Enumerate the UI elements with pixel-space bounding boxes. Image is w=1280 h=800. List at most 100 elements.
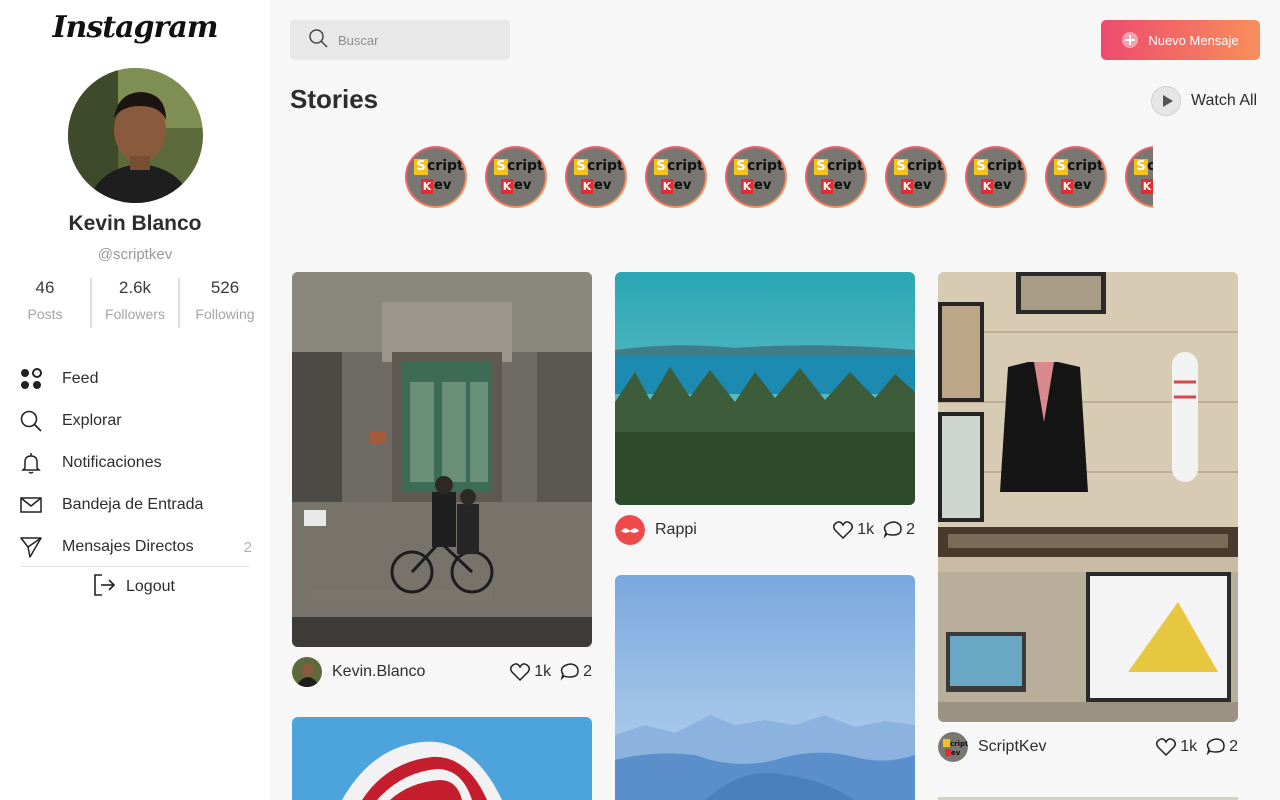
logo-letter: K [981,179,993,194]
logo-text: cript [987,158,1024,174]
stat-following-value: 526 [210,278,240,297]
story-avatar[interactable]: ScriptKev [1125,146,1153,208]
post-image[interactable] [292,717,592,800]
post-user-avatar[interactable] [615,515,645,545]
stat-posts[interactable]: 46 Posts [0,278,90,322]
story-avatar[interactable]: ScriptKev [965,146,1027,208]
logo-text: ev [594,178,612,193]
nav-item-label: Feed [62,370,99,387]
new-message-button[interactable]: Nuevo Mensaje [1101,20,1260,60]
svg-text:ev: ev [951,749,961,757]
story-avatar[interactable]: ScriptKev [405,146,467,208]
like-count: 1k [534,663,552,680]
logo-text: cript [1067,158,1104,174]
post-card: cript ev ScriptKev 1k 2 [938,272,1238,762]
post-username[interactable]: Kevin.Blanco [332,663,502,681]
post-card: Kevin.Blanco 1k 2 [292,272,592,687]
logo-text: cript [1147,158,1153,174]
new-message-label: Nuevo Mensaje [1148,32,1239,48]
nav-item-notificaciones[interactable]: Notificaciones [18,442,252,484]
nav-item-bandeja[interactable]: Bandeja de Entrada [18,484,252,526]
logo-letter: K [741,179,753,194]
logo-text: ev [1074,178,1092,193]
post-image[interactable] [292,272,592,647]
like-button[interactable]: 1k [1156,738,1197,756]
sidebar-nav: Feed Explorar Notificaciones Bandeja de … [18,358,252,568]
stat-posts-label: Posts [27,306,63,322]
logo-letter: S [1134,159,1148,175]
watch-all-button[interactable]: Watch All [1151,86,1257,116]
logo-letter: S [1054,159,1068,175]
post-meta: Rappi 1k 2 [615,515,915,545]
post-image[interactable] [615,272,915,505]
post-image[interactable] [938,792,1238,800]
logo-letter: K [901,179,913,194]
profile-stats: 46 Posts 2.6k Followers 526 Following [0,278,270,328]
nav-item-explorar[interactable]: Explorar [18,400,252,442]
like-button[interactable]: 1k [510,663,551,681]
grid-dots-icon [18,366,44,392]
stat-following[interactable]: 526 Following [180,278,270,322]
logo-letter: K [1141,179,1153,194]
logo-letter: K [501,179,513,194]
nav-divider [20,566,250,567]
comment-count: 2 [583,663,592,680]
nav-item-label: Notificaciones [62,454,162,471]
heart-icon [1156,738,1177,756]
comment-button[interactable]: 2 [882,521,915,539]
stat-followers[interactable]: 2.6k Followers [90,278,180,322]
nav-item-feed[interactable]: Feed [18,358,252,400]
post-username[interactable]: Rappi [655,521,825,539]
nav-item-mensajes[interactable]: Mensajes Directos 2 [18,526,252,568]
instagram-logo[interactable]: Instagram [0,10,270,45]
comment-button[interactable]: 2 [559,663,592,681]
like-count: 1k [857,521,875,538]
unread-count-badge: 2 [243,538,252,556]
post-image[interactable] [938,272,1238,722]
logout-label: Logout [126,578,175,595]
play-icon [1151,86,1181,116]
logo-letter: K [661,179,673,194]
nav-item-label: Mensajes Directos [62,538,194,555]
profile-name: Kevin Blanco [68,212,202,235]
bell-icon [18,450,44,476]
post-card [938,792,1238,800]
logo-text: cript [827,158,864,174]
comment-icon [1206,738,1225,756]
post-image[interactable] [615,575,915,800]
logo-letter: S [574,159,588,175]
logo-letter: S [494,159,508,175]
story-avatar[interactable]: ScriptKev [485,146,547,208]
stories-title: Stories [290,84,379,114]
post-user-avatar[interactable]: cript ev [938,732,968,762]
logout-button[interactable]: Logout [92,572,175,602]
logo-letter: K [581,179,593,194]
logo-text: ev [754,178,772,193]
post-username[interactable]: ScriptKev [978,738,1148,756]
story-avatar[interactable]: ScriptKev [805,146,867,208]
story-avatar[interactable]: ScriptKev [885,146,947,208]
like-button[interactable]: 1k [833,521,874,539]
post-user-avatar[interactable] [292,657,322,687]
logo-text: cript [427,158,464,174]
story-avatar[interactable]: ScriptKev [645,146,707,208]
logout-icon [92,572,116,603]
logo-text: ev [434,178,452,193]
search-bar[interactable] [290,20,510,60]
stat-posts-value: 46 [35,278,55,297]
logo-text: cript [587,158,624,174]
stat-followers-value: 2.6k [118,278,152,297]
story-avatar[interactable]: ScriptKev [1045,146,1107,208]
profile-avatar[interactable] [68,68,203,203]
profile-handle: @scriptkev [97,246,173,263]
comment-icon [883,521,902,539]
search-icon [18,408,44,434]
story-avatar[interactable]: Script Kev [565,146,627,208]
logo-text: ev [514,178,532,193]
comment-button[interactable]: 2 [1205,738,1238,756]
logo-letter: S [734,159,748,175]
send-icon [18,534,44,560]
stories-row: Script Kev Script Kev Script Kev Script Kev … [405,146,1153,208]
search-input[interactable] [338,32,498,48]
story-avatar[interactable]: ScriptKev [725,146,787,208]
